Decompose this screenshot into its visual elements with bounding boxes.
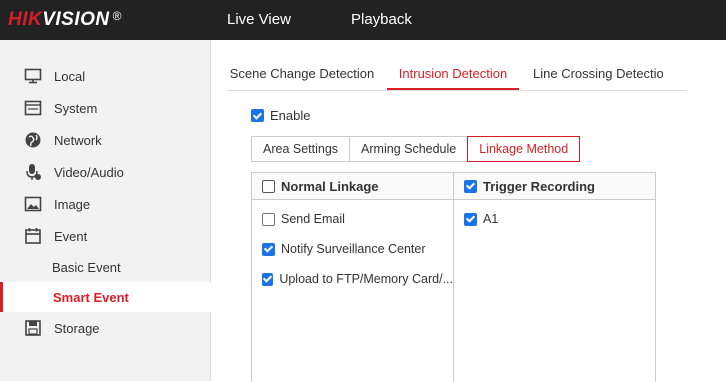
logo-vision: VISION	[42, 9, 110, 30]
crumb-area-settings[interactable]: Area Settings	[251, 136, 350, 162]
trigger-recording-header[interactable]: Trigger Recording	[454, 173, 655, 200]
sidebar-sub-label: Smart Event	[53, 289, 129, 305]
sidebar-item-label: Storage	[54, 320, 100, 336]
sidebar-item-label: System	[54, 100, 98, 116]
a1-checkbox[interactable]	[464, 212, 477, 226]
main-content: Scene Change Detection Intrusion Detecti…	[211, 40, 726, 382]
column-header-label: Trigger Recording	[483, 178, 595, 194]
column-header-label: Normal Linkage	[281, 178, 379, 194]
calendar-icon	[24, 227, 42, 245]
list-item-notify-surveillance[interactable]: Notify Surveillance Center	[252, 234, 453, 264]
sidebar-sub-basic-event[interactable]: Basic Event	[0, 252, 210, 282]
sidebar-item-video-audio[interactable]: Video/Audio	[0, 156, 210, 188]
normal-linkage-column: Normal Linkage Send Email Notify Surveil…	[252, 173, 454, 382]
logo-hik: HIK	[8, 9, 43, 30]
nav-playback[interactable]: Playback	[351, 11, 412, 28]
sidebar-item-system[interactable]: System	[0, 92, 210, 124]
row-label: Upload to FTP/Memory Card/...	[279, 272, 453, 286]
sidebar-sub-smart-event[interactable]: Smart Event	[0, 282, 213, 312]
top-bar: HIKVISION ® Live View Playback	[0, 0, 726, 40]
send-email-checkbox[interactable]	[262, 212, 275, 226]
tab-scene-change-detection[interactable]: Scene Change Detection	[227, 58, 377, 89]
crumb-arming-schedule[interactable]: Arming Schedule	[349, 136, 468, 162]
row-label: Send Email	[281, 212, 345, 226]
row-label: A1	[483, 212, 499, 226]
enable-label: Enable	[270, 108, 311, 123]
crumb-label: Area Settings	[263, 142, 339, 156]
sidebar-item-label: Event	[54, 228, 88, 244]
settings-breadcrumb: Area Settings Arming Schedule Linkage Me…	[251, 136, 581, 162]
list-item-send-email[interactable]: Send Email	[252, 204, 453, 234]
globe-icon	[24, 131, 42, 149]
sidebar-item-network[interactable]: Network	[0, 124, 210, 156]
sidebar-item-label: Local	[54, 68, 86, 84]
detection-tabs: Scene Change Detection Intrusion Detecti…	[227, 58, 687, 91]
sidebar-item-image[interactable]: Image	[0, 188, 210, 220]
sidebar: Local System Network Video/Audio Image E…	[0, 40, 213, 381]
enable-checkbox[interactable]	[251, 109, 264, 122]
list-item-upload-ftp[interactable]: Upload to FTP/Memory Card/...	[252, 264, 453, 294]
sidebar-item-local[interactable]: Local	[0, 60, 210, 92]
image-icon	[24, 195, 42, 213]
sidebar-item-label: Image	[54, 196, 91, 212]
crumb-linkage-method[interactable]: Linkage Method	[467, 136, 581, 162]
crumb-label: Arming Schedule	[361, 142, 457, 156]
sidebar-item-label: Video/Audio	[54, 164, 124, 180]
microphone-icon	[24, 163, 42, 181]
list-item-a1[interactable]: A1	[454, 204, 655, 234]
sidebar-item-label: Network	[54, 132, 102, 148]
monitor-icon	[24, 67, 42, 85]
tab-intrusion-detection[interactable]: Intrusion Detection	[387, 58, 519, 90]
enable-row[interactable]: Enable	[251, 108, 310, 123]
notify-surveillance-checkbox[interactable]	[262, 242, 275, 256]
crumb-label: Linkage Method	[479, 142, 569, 156]
linkage-table: Normal Linkage Send Email Notify Surveil…	[251, 172, 656, 382]
sidebar-sub-label: Basic Event	[52, 259, 121, 275]
normal-linkage-checkbox[interactable]	[262, 179, 275, 193]
upload-ftp-checkbox[interactable]	[262, 272, 274, 286]
row-label: Notify Surveillance Center	[281, 242, 426, 256]
system-icon	[24, 99, 42, 117]
trigger-recording-column: Trigger Recording A1	[454, 173, 655, 382]
floppy-icon	[24, 319, 42, 337]
hikvision-logo: HIKVISION ®	[8, 9, 122, 31]
normal-linkage-header[interactable]: Normal Linkage	[252, 173, 453, 200]
nav-live-view[interactable]: Live View	[227, 11, 291, 28]
sidebar-item-storage[interactable]: Storage	[0, 312, 210, 344]
trigger-recording-checkbox[interactable]	[464, 179, 477, 193]
registered-mark: ®	[112, 9, 122, 23]
sidebar-item-event[interactable]: Event	[0, 220, 210, 252]
tab-line-crossing-detection[interactable]: Line Crossing Detectio	[533, 58, 663, 89]
